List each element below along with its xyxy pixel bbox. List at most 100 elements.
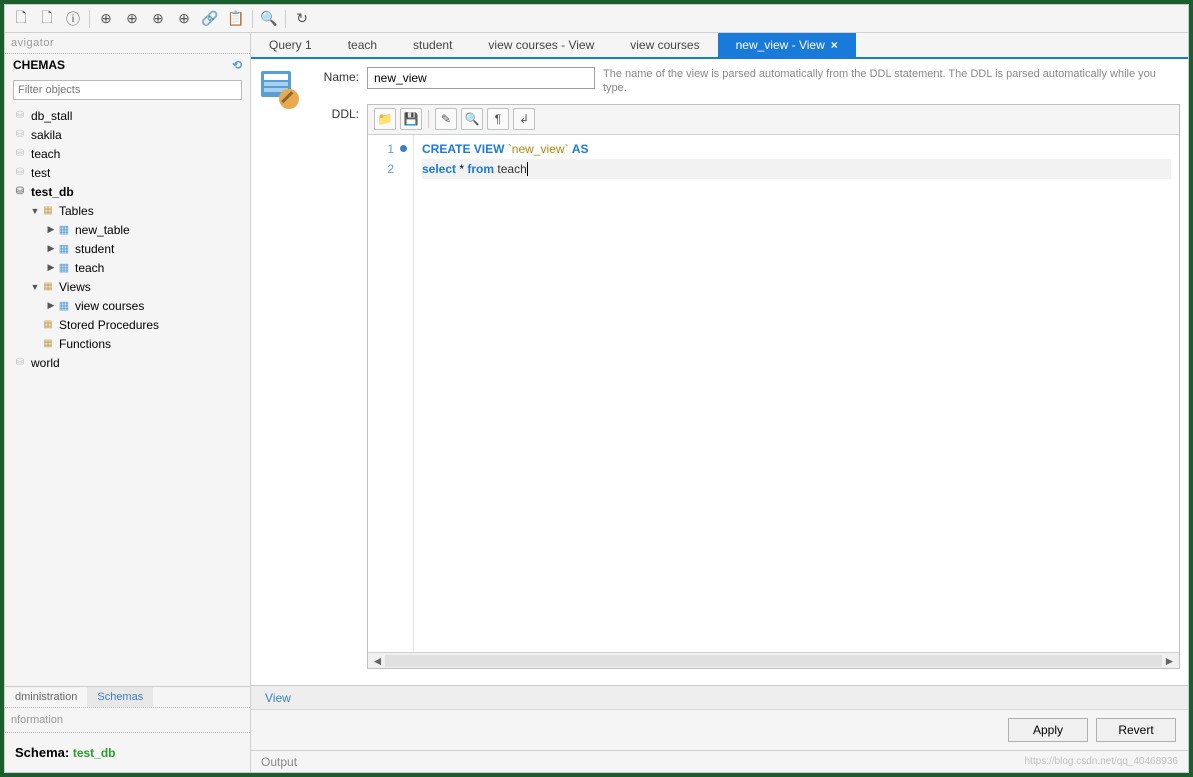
tab-administration[interactable]: dministration (5, 687, 87, 707)
sql-icon[interactable]: 🗋 (9, 7, 33, 31)
tab-label: teach (348, 38, 377, 52)
folder-Stored-Procedures[interactable]: ▦Stored Procedures (5, 315, 250, 334)
item-new_table[interactable]: ▶▦new_table (5, 220, 250, 239)
separator (252, 10, 253, 28)
folder-Views[interactable]: ▼▦Views (5, 277, 250, 296)
content-area: Query 1 teach student view courses - View vi… (251, 33, 1188, 772)
top-toolbar: 🗋 🗋 ⓘ ⊕ ⊕ ⊕ ⊕ 🔗 📋 🔍 ↻ (5, 5, 1188, 33)
sidebar-tabs: dministration Schemas (5, 686, 250, 707)
folder-Tables[interactable]: ▼▦ Tables (5, 201, 250, 220)
tab-label: student (413, 38, 452, 52)
tab-label: view courses (630, 38, 699, 52)
database-icon: ⛁ (13, 147, 27, 161)
folder-icon: ▦ (41, 204, 55, 218)
scroll-track[interactable] (385, 655, 1162, 667)
folder-label: Views (59, 280, 91, 294)
db-item-teach[interactable]: ⛁teach (5, 144, 250, 163)
gutter-line[interactable]: 1 (368, 139, 407, 159)
save-icon[interactable]: 💾 (400, 108, 422, 130)
breakpoint-icon[interactable] (400, 145, 407, 152)
folder-label: Stored Procedures (59, 318, 159, 332)
code-gutter: 12 (368, 135, 414, 652)
tab-teach[interactable]: teach (330, 33, 395, 57)
wrap-icon[interactable]: ↲ (513, 108, 535, 130)
brush-icon[interactable]: ✎ (435, 108, 457, 130)
zoom-icon[interactable]: 🔍 (461, 108, 483, 130)
open-icon[interactable]: 📁 (374, 108, 396, 130)
db-item-db_stall[interactable]: ⛁db_stall (5, 106, 250, 125)
gutter-line[interactable]: 2 (368, 159, 407, 179)
output-label: Output (261, 755, 297, 769)
folder-Functions[interactable]: ▦Functions (5, 334, 250, 353)
separator (89, 10, 90, 28)
db-label: test_db (31, 185, 74, 199)
horizontal-scrollbar[interactable]: ◄ ► (368, 652, 1179, 668)
db-item-test[interactable]: ⛁test (5, 163, 250, 182)
db-label: sakila (31, 128, 62, 142)
tab-view-courses---View[interactable]: view courses - View (470, 33, 612, 57)
tab-Query-1[interactable]: Query 1 (251, 33, 330, 57)
separator (285, 10, 286, 28)
db-label: db_stall (31, 109, 72, 123)
expand-icon[interactable]: ▶ (45, 300, 57, 311)
expand-icon[interactable]: ▼ (29, 206, 41, 216)
add-icon-3[interactable]: ⊕ (146, 7, 170, 31)
add-icon-2[interactable]: ⊕ (120, 7, 144, 31)
paragraph-icon[interactable]: ¶ (487, 108, 509, 130)
db-item-test_db[interactable]: ⛁test_db (5, 182, 250, 201)
search-db-icon[interactable]: 🔍 (257, 7, 281, 31)
revert-button[interactable]: Revert (1096, 718, 1176, 742)
code-lines[interactable]: CREATE VIEW `new_view` ASselect * from t… (414, 135, 1179, 652)
scroll-right-icon[interactable]: ► (1162, 654, 1177, 668)
view-editor-icon (259, 69, 303, 113)
filter-box (5, 76, 250, 104)
db-item-world[interactable]: ⛁world (5, 353, 250, 372)
item-student[interactable]: ▶▦student (5, 239, 250, 258)
view-tab[interactable]: View (251, 687, 305, 709)
expand-icon[interactable]: ▶ (45, 262, 57, 273)
apply-button[interactable]: Apply (1008, 718, 1088, 742)
folder-label: Tables (59, 204, 94, 218)
name-row: Name: The name of the view is parsed aut… (313, 67, 1180, 96)
table-icon: ▦ (57, 223, 71, 237)
tab-schemas[interactable]: Schemas (87, 687, 153, 707)
name-input[interactable] (367, 67, 595, 89)
link-icon[interactable]: 🔗 (198, 7, 222, 31)
expand-icon[interactable]: ▶ (45, 224, 57, 235)
code-line[interactable]: select * from teach (422, 159, 1171, 179)
code-area[interactable]: 12 CREATE VIEW `new_view` ASselect * fro… (368, 135, 1179, 652)
tab-new_view---View[interactable]: new_view - View× (718, 33, 856, 57)
view-icon: ▦ (57, 299, 71, 313)
db-label: test (31, 166, 50, 180)
schema-value: test_db (73, 746, 116, 760)
add-icon-4[interactable]: ⊕ (172, 7, 196, 31)
schema-info: Schema: test_db (5, 733, 250, 772)
schemas-header: CHEMAS ⟲ (5, 54, 250, 76)
item-label: teach (75, 261, 104, 275)
expand-icon[interactable]: ▼ (29, 282, 41, 292)
tab-student[interactable]: student (395, 33, 470, 57)
close-icon[interactable]: × (831, 38, 838, 52)
output-bar: Output https://blog.csdn.net/qq_40468936 (251, 750, 1188, 772)
name-label: Name: (313, 67, 359, 84)
scroll-left-icon[interactable]: ◄ (370, 654, 385, 668)
ddl-row: DDL: 📁 💾 ✎ 🔍 ¶ ↲ (313, 104, 1180, 669)
item-teach[interactable]: ▶▦teach (5, 258, 250, 277)
form-column: Name: The name of the view is parsed aut… (313, 67, 1180, 677)
bottom-tabs: View (251, 685, 1188, 709)
schema-tree[interactable]: ⛁db_stall⛁sakila⛁teach⛁test⛁test_db▼▦Tab… (5, 104, 250, 686)
item-view-courses[interactable]: ▶▦view courses (5, 296, 250, 315)
expand-icon[interactable]: ▶ (45, 243, 57, 254)
table-icon: ▦ (57, 242, 71, 256)
db-item-sakila[interactable]: ⛁sakila (5, 125, 250, 144)
refresh-icon[interactable]: ↻ (290, 7, 314, 31)
code-line[interactable]: CREATE VIEW `new_view` AS (422, 139, 1171, 159)
sql-file-icon[interactable]: 🗋 (35, 7, 59, 31)
add-icon[interactable]: ⊕ (94, 7, 118, 31)
info-icon[interactable]: ⓘ (61, 7, 85, 31)
tab-view-courses[interactable]: view courses (612, 33, 717, 57)
folder-icon: ▦ (41, 337, 55, 351)
script-icon[interactable]: 📋 (224, 7, 248, 31)
filter-input[interactable] (13, 80, 242, 100)
refresh-schemas-icon[interactable]: ⟲ (232, 58, 242, 72)
